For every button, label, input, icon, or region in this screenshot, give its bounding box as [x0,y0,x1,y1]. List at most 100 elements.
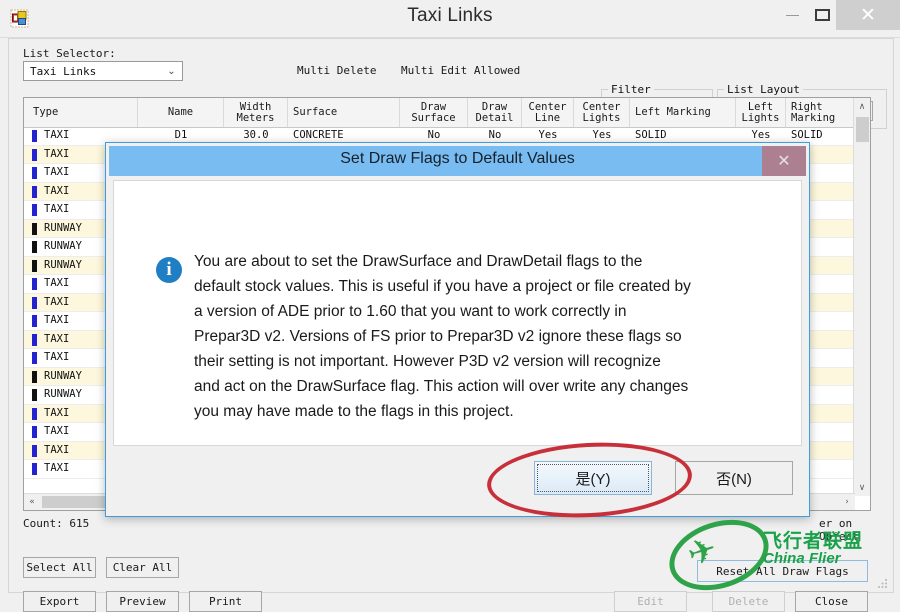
table-cell: No [468,129,522,141]
window-title: Taxi Links [0,5,900,27]
row-color-swatch [32,371,37,383]
row-color-swatch [32,426,37,438]
set-draw-flags-dialog: Set Draw Flags to Default Values ✕ i You… [105,142,810,517]
grid-column-header[interactable]: Center Lights [574,98,630,127]
table-cell: D1 [138,129,224,141]
grid-column-header[interactable]: Draw Surface [400,98,468,127]
grid-column-header[interactable]: Surface [288,98,400,127]
preview-button[interactable]: Preview [106,591,179,612]
row-type-cell: RUNWAY [44,370,82,382]
close-button[interactable]: ✕ [836,0,900,30]
row-color-swatch [32,167,37,179]
grid-column-header[interactable]: Draw Detail [468,98,522,127]
row-color-swatch [32,223,37,235]
row-type-cell: RUNWAY [44,240,82,252]
row-type-cell: TAXI [44,148,69,160]
list-selector-value: Taxi Links [30,65,96,78]
row-color-swatch [32,334,37,346]
close-icon: ✕ [860,6,876,25]
watermark: ✈ 飞行者联盟 China Flier [680,520,895,590]
row-color-swatch [32,149,37,161]
multi-edit-allowed-label[interactable]: Multi Edit Allowed [401,64,520,77]
row-type-cell: TAXI [44,129,69,141]
window-title-bar: Taxi Links ✕ [0,0,900,38]
vertical-scrollbar[interactable]: ∧ ∨ [853,98,870,496]
dialog-close-icon: ✕ [777,151,790,171]
grid-column-header[interactable]: Name [138,98,224,127]
row-color-swatch [32,389,37,401]
dialog-message: You are about to set the DrawSurface and… [194,249,769,474]
row-type-cell: TAXI [44,185,69,197]
row-color-swatch [32,278,37,290]
row-type-cell: TAXI [44,407,69,419]
row-type-cell: TAXI [44,444,69,456]
multi-delete-label[interactable]: Multi Delete [297,64,376,77]
row-color-swatch [32,297,37,309]
table-cell: SOLID [635,129,667,141]
row-type-cell: TAXI [44,203,69,215]
row-type-cell: TAXI [44,425,69,437]
grid-column-header[interactable]: Left Lights [736,98,786,127]
vertical-scroll-thumb[interactable] [856,117,869,142]
scroll-right-icon[interactable]: › [839,494,855,510]
print-button[interactable]: Print [189,591,262,612]
row-type-cell: RUNWAY [44,222,82,234]
row-type-cell: TAXI [44,296,69,308]
grid-column-header[interactable]: Type [28,98,138,127]
chevron-down-icon: ⌄ [165,66,178,78]
row-color-swatch [32,241,37,253]
scroll-left-icon[interactable]: « [24,494,40,510]
row-color-swatch [32,445,37,457]
list-layout-group-title: List Layout [724,83,803,96]
list-selector-dropdown[interactable]: Taxi Links ⌄ [23,61,183,81]
dialog-title: Set Draw Flags to Default Values [109,150,806,168]
dialog-close-button[interactable]: ✕ [762,146,806,176]
dialog-body: i You are about to set the DrawSurface a… [113,180,802,446]
row-color-swatch [32,130,37,142]
scroll-down-icon[interactable]: ∨ [854,479,870,496]
table-cell: SOLID [791,129,823,141]
minimize-icon [786,15,799,16]
table-cell: Yes [522,129,574,141]
dialog-footer: 是(Y) 否(N) [113,447,802,509]
filter-group-title: Filter [608,83,654,96]
list-selector-label: List Selector: [23,47,116,60]
row-type-cell: TAXI [44,166,69,178]
table-cell: CONCRETE [293,129,344,141]
export-button[interactable]: Export [23,591,96,612]
select-all-button[interactable]: Select All [23,557,96,578]
row-type-cell: TAXI [44,314,69,326]
delete-button[interactable]: Delete [712,591,785,612]
grid-column-header[interactable]: Width Meters [224,98,288,127]
maximize-icon [815,9,830,21]
dialog-no-button[interactable]: 否(N) [675,461,793,495]
row-type-cell: RUNWAY [44,388,82,400]
info-icon: i [156,257,182,283]
row-color-swatch [32,186,37,198]
row-type-cell: TAXI [44,462,69,474]
row-type-cell: TAXI [44,351,69,363]
table-cell: No [400,129,468,141]
row-color-swatch [32,408,37,420]
row-type-cell: TAXI [44,277,69,289]
dialog-inner: Set Draw Flags to Default Values ✕ i You… [109,146,806,513]
row-color-swatch [32,352,37,364]
record-count-label: Count: 615 [23,517,89,530]
row-color-swatch [32,260,37,272]
row-color-swatch [32,315,37,327]
row-type-cell: TAXI [44,333,69,345]
watermark-english-text: China Flier [763,550,841,567]
grid-header-row: TypeNameWidth MetersSurfaceDraw SurfaceD… [24,98,870,128]
table-cell: Yes [574,129,630,141]
table-cell: Yes [736,129,786,141]
grid-column-header[interactable]: Center Line [522,98,574,127]
scroll-up-icon[interactable]: ∧ [854,98,870,115]
row-type-cell: RUNWAY [44,259,82,271]
grid-column-header[interactable]: Left Marking [630,98,736,127]
dialog-title-bar: Set Draw Flags to Default Values ✕ [109,146,806,176]
watermark-chinese-text: 飞行者联盟 [763,526,863,553]
clear-all-button[interactable]: Clear All [106,557,179,578]
edit-button[interactable]: Edit [614,591,687,612]
close-window-button[interactable]: Close [795,591,868,612]
application-window: Taxi Links ✕ List Selector: Taxi Links ⌄… [0,0,900,600]
